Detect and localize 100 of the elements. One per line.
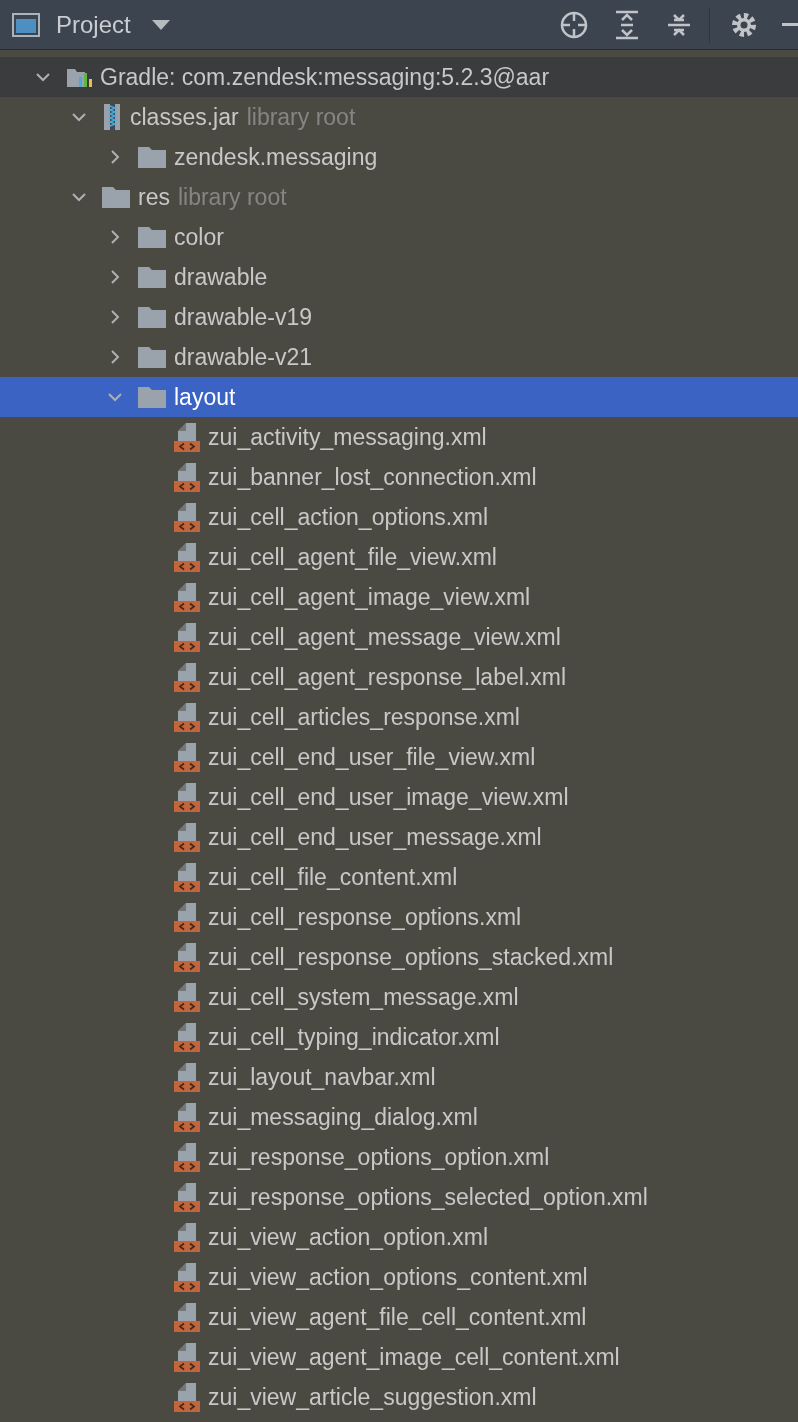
tree-row[interactable]: zui_response_options_selected_option.xml — [0, 1177, 798, 1217]
node-label: zui_cell_end_user_image_view.xml — [208, 782, 569, 812]
tree-row[interactable]: zui_cell_action_options.xml — [0, 497, 798, 537]
folder-icon — [138, 226, 166, 248]
tree-row[interactable]: zui_cell_agent_image_view.xml — [0, 577, 798, 617]
xml-file-icon — [174, 942, 200, 972]
folder-icon — [138, 146, 166, 168]
node-label: color — [174, 222, 224, 252]
tree-row[interactable]: zui_cell_end_user_message.xml — [0, 817, 798, 857]
tree-row[interactable]: zui_view_agent_image_cell_content.xml — [0, 1337, 798, 1377]
node-label: zui_response_options_selected_option.xml — [208, 1182, 648, 1212]
folder-icon — [102, 186, 130, 208]
xml-file-icon — [174, 782, 200, 812]
xml-file-icon — [174, 662, 200, 692]
xml-file-icon — [174, 1342, 200, 1372]
xml-file-icon — [174, 982, 200, 1012]
tree-row[interactable]: res library root — [0, 177, 798, 217]
node-label: zui_cell_agent_file_view.xml — [208, 542, 497, 572]
xml-file-icon — [174, 1062, 200, 1092]
node-label: zui_messaging_dialog.xml — [208, 1102, 478, 1132]
tree-row[interactable]: zui_response_options_option.xml — [0, 1137, 798, 1177]
xml-file-icon — [174, 1182, 200, 1212]
xml-file-icon — [174, 702, 200, 732]
tree-row[interactable]: zui_view_action_option.xml — [0, 1217, 798, 1257]
panel-title[interactable]: Project — [56, 6, 131, 43]
tree-row[interactable]: drawable-v19 — [0, 297, 798, 337]
node-label: drawable — [174, 262, 268, 292]
tree-row[interactable]: layout — [0, 377, 798, 417]
tree-row[interactable]: zui_cell_response_options.xml — [0, 897, 798, 937]
tree-row[interactable]: zui_cell_agent_response_label.xml — [0, 657, 798, 697]
xml-file-icon — [174, 542, 200, 572]
xml-file-icon — [174, 1222, 200, 1252]
minimize-icon[interactable] — [782, 22, 798, 27]
dropdown-caret-icon[interactable] — [150, 18, 171, 31]
folder-icon — [138, 306, 166, 328]
tree-row[interactable]: zui_cell_typing_indicator.xml — [0, 1017, 798, 1057]
node-label: zui_cell_end_user_file_view.xml — [208, 742, 536, 772]
tree-row[interactable]: zui_activity_messaging.xml — [0, 417, 798, 457]
xml-file-icon — [174, 902, 200, 932]
tree-row[interactable]: zui_view_article_suggestion.xml — [0, 1377, 798, 1417]
node-label: zendesk.messaging — [174, 142, 378, 172]
node-label: zui_response_options_option.xml — [208, 1142, 550, 1172]
xml-file-icon — [174, 1302, 200, 1332]
tree-row[interactable]: zui_cell_system_message.xml — [0, 977, 798, 1017]
tree-row[interactable]: zui_cell_response_options_stacked.xml — [0, 937, 798, 977]
tree-row[interactable]: zui_banner_lost_connection.xml — [0, 457, 798, 497]
node-label: Gradle: com.zendesk:messaging:5.2.3@aar — [100, 62, 550, 92]
xml-file-icon — [174, 862, 200, 892]
node-label: zui_view_action_options_content.xml — [208, 1262, 588, 1292]
tree-row[interactable]: drawable-v21 — [0, 337, 798, 377]
node-label: zui_cell_system_message.xml — [208, 982, 519, 1012]
node-label: zui_cell_articles_response.xml — [208, 702, 520, 732]
xml-file-icon — [174, 1142, 200, 1172]
node-label: zui_activity_messaging.xml — [208, 422, 487, 452]
folder-icon — [138, 386, 166, 408]
tree-row[interactable]: zui_cell_agent_message_view.xml — [0, 617, 798, 657]
expand-all-icon[interactable] — [613, 9, 641, 40]
tree-row[interactable]: zui_cell_end_user_file_view.xml — [0, 737, 798, 777]
node-label: zui_cell_file_content.xml — [208, 862, 458, 892]
settings-icon[interactable] — [730, 10, 758, 39]
node-label: classes.jar — [130, 102, 239, 132]
xml-file-icon — [174, 1102, 200, 1132]
node-label: zui_cell_end_user_message.xml — [208, 822, 542, 852]
node-label: zui_cell_action_options.xml — [208, 502, 488, 532]
node-label: zui_banner_lost_connection.xml — [208, 462, 537, 492]
tree-row[interactable]: zui_cell_end_user_image_view.xml — [0, 777, 798, 817]
xml-file-icon — [174, 1262, 200, 1292]
node-label: zui_view_agent_image_cell_content.xml — [208, 1342, 620, 1372]
node-label: drawable-v21 — [174, 342, 313, 372]
tree-row[interactable]: color — [0, 217, 798, 257]
tree-row[interactable]: classes.jar library root — [0, 97, 798, 137]
tree-row[interactable]: zui_messaging_dialog.xml — [0, 1097, 798, 1137]
tree-row[interactable]: zui_layout_navbar.xml — [0, 1057, 798, 1097]
node-label: zui_view_article_suggestion.xml — [208, 1382, 537, 1412]
folder-icon — [138, 266, 166, 288]
tree-row[interactable]: zui_cell_articles_response.xml — [0, 697, 798, 737]
xml-file-icon — [174, 422, 200, 452]
node-label: zui_cell_response_options_stacked.xml — [208, 942, 614, 972]
locate-icon[interactable] — [559, 9, 589, 40]
tree-row[interactable]: zui_cell_file_content.xml — [0, 857, 798, 897]
tree-row[interactable]: zendesk.messaging — [0, 137, 798, 177]
node-label: zui_view_agent_file_cell_content.xml — [208, 1302, 587, 1332]
xml-file-icon — [174, 1022, 200, 1052]
node-label: layout — [174, 382, 236, 412]
tree-row[interactable]: Gradle: com.zendesk:messaging:5.2.3@aar — [0, 57, 798, 97]
tree-row[interactable]: zui_view_action_options_content.xml — [0, 1257, 798, 1297]
node-label: zui_view_action_option.xml — [208, 1222, 488, 1252]
node-note: library root — [246, 102, 356, 132]
xml-file-icon — [174, 1382, 200, 1412]
xml-file-icon — [174, 502, 200, 532]
node-label: zui_cell_agent_image_view.xml — [208, 582, 531, 612]
node-label: zui_cell_response_options.xml — [208, 902, 522, 932]
folder-icon — [138, 346, 166, 368]
node-label: res — [138, 182, 170, 212]
tree-row[interactable]: zui_cell_agent_file_view.xml — [0, 537, 798, 577]
xml-file-icon — [174, 582, 200, 612]
tree-row[interactable]: zui_view_agent_file_cell_content.xml — [0, 1297, 798, 1337]
xml-file-icon — [174, 822, 200, 852]
tree-row[interactable]: drawable — [0, 257, 798, 297]
xml-file-icon — [174, 462, 200, 492]
